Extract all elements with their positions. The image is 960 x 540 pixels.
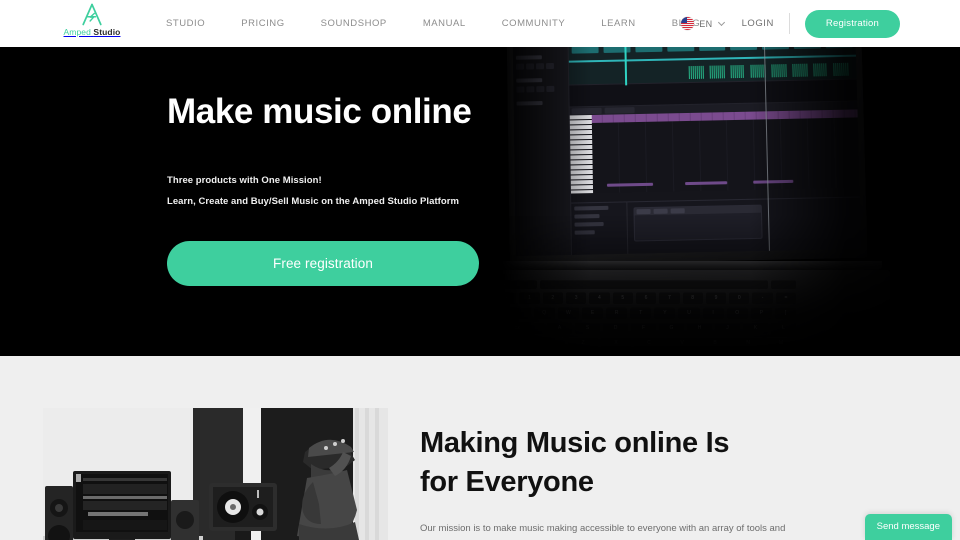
daw-piano-roll (569, 109, 860, 194)
keyboard-row-a: caps lock A S D F G H J K L (500, 322, 796, 334)
key-equals: = (775, 292, 797, 304)
studio-photo (43, 408, 388, 540)
key-shift: shift (500, 337, 565, 349)
key-0: 0 (729, 292, 750, 304)
key-tab: tab (500, 307, 531, 319)
key-q: Q (533, 307, 555, 319)
free-registration-button[interactable]: Free registration (167, 241, 479, 286)
key-u: U (678, 307, 700, 319)
laptop-keyboard: esc ~ 1 2 3 4 5 6 7 8 9 0 - = ab Q W E R… (500, 280, 797, 356)
logo-word-amped: Amped (63, 27, 91, 37)
header-divider (788, 13, 790, 34)
mission-body-text: Our mission is to make music making acce… (420, 523, 786, 540)
key-g: G (659, 322, 684, 334)
mission-title-line-2: for Everyone (420, 465, 594, 498)
key-tilde: ~ (500, 292, 517, 304)
site-logo[interactable]: Amped Studio (60, 2, 124, 44)
key-minus: - (752, 292, 773, 304)
key-b: B (700, 337, 730, 349)
nav-item-soundshop[interactable]: SOUNDSHOP (303, 0, 405, 47)
nav-item-community[interactable]: COMMUNITY (484, 0, 584, 47)
key-f: F (631, 322, 656, 334)
key-caps-lock: caps lock (500, 322, 544, 334)
amped-a-lightning-logo-icon (79, 2, 105, 28)
login-link[interactable]: LOGIN (742, 18, 789, 29)
key-o: O (726, 307, 748, 319)
chevron-down-icon (719, 20, 726, 27)
key-n: N (733, 337, 763, 349)
key-s: S (575, 322, 600, 334)
daw-sidebar-block (516, 78, 565, 93)
mission-section: Making Music online Is for Everyone Our … (0, 356, 960, 540)
main-navigation: STUDIO PRICING SOUNDSHOP MANUAL COMMUNIT… (166, 0, 718, 47)
hero-copy: Make music online Three products with On… (167, 94, 587, 286)
key-p: P (750, 307, 772, 319)
key-3: 3 (565, 292, 587, 304)
plugin-panel (633, 204, 763, 242)
hero-section: esc ~ 1 2 3 4 5 6 7 8 9 0 - = ab Q W E R… (0, 47, 960, 356)
key-7: 7 (659, 292, 680, 304)
key-e: E (581, 307, 604, 319)
daw-timeline (567, 47, 862, 255)
hero-title: Make music online (167, 92, 472, 131)
key-v: V (667, 337, 697, 349)
key-d: D (603, 322, 628, 334)
registration-button[interactable]: Registration (804, 9, 900, 38)
key-i: I (702, 307, 724, 319)
us-flag-icon (681, 17, 695, 30)
key-6: 6 (635, 292, 657, 304)
hero-subtitle-line-2: Learn, Create and Buy/Sell Music on the … (167, 195, 459, 207)
key-9: 9 (705, 292, 727, 304)
hero-subtitle: Three products with One Mission! Learn, … (167, 176, 587, 206)
nav-item-learn[interactable]: LEARN (583, 0, 653, 47)
key-5: 5 (612, 292, 633, 304)
page-root: Amped Studio STUDIO PRICING SOUNDSHOP MA… (0, 0, 960, 540)
key-8: 8 (682, 292, 703, 304)
nav-item-manual[interactable]: MANUAL (405, 0, 484, 47)
nav-item-pricing[interactable]: PRICING (223, 0, 302, 47)
mission-copy: Making Music online Is for Everyone Our … (420, 424, 840, 540)
key-w: W (557, 307, 579, 319)
key-c: C (634, 337, 664, 349)
key-m: M (766, 337, 796, 349)
site-header: Amped Studio STUDIO PRICING SOUNDSHOP MA… (0, 0, 960, 47)
language-selector[interactable]: EN (681, 17, 741, 30)
key-y: Y (654, 307, 676, 319)
key-power (770, 280, 796, 289)
piano-roll-grid (591, 109, 860, 194)
logo-wordmark: Amped Studio (64, 27, 121, 37)
keyboard-row-numbers: ~ 1 2 3 4 5 6 7 8 9 0 - = (500, 292, 797, 304)
hero-subtitle-line-1: Three products with One Mission! (167, 175, 322, 186)
key-4: 4 (589, 292, 610, 304)
key-z: Z (568, 337, 598, 349)
mission-title-line-1: Making Music online Is (420, 427, 730, 459)
keyboard-row-z: shift Z X C V B N M (500, 337, 796, 349)
header-actions: EN LOGIN Registration (681, 0, 900, 47)
key-t: T (630, 307, 652, 319)
key-2: 2 (542, 292, 563, 304)
key-x: X (601, 337, 631, 349)
language-code: EN (699, 18, 713, 29)
key-k: K (743, 322, 768, 334)
keyboard-row-q: tab Q W E R T Y U I O P [ (500, 307, 797, 319)
nav-item-studio[interactable]: STUDIO (166, 0, 223, 47)
key-1: 1 (519, 292, 540, 304)
mixer-plugin-area (627, 198, 861, 254)
daw-mixer (571, 196, 862, 255)
key-l: L (771, 322, 796, 334)
key-j: J (715, 322, 740, 334)
daw-sidebar-block (515, 55, 565, 70)
key-a: A (547, 322, 572, 334)
mission-title: Making Music online Is for Everyone (420, 424, 840, 501)
key-h: H (687, 322, 712, 334)
send-message-chat-button[interactable]: Send message (864, 514, 952, 540)
key-bracket-left: [ (774, 307, 797, 319)
key-r: R (606, 307, 628, 319)
logo-word-studio: Studio (93, 27, 121, 37)
